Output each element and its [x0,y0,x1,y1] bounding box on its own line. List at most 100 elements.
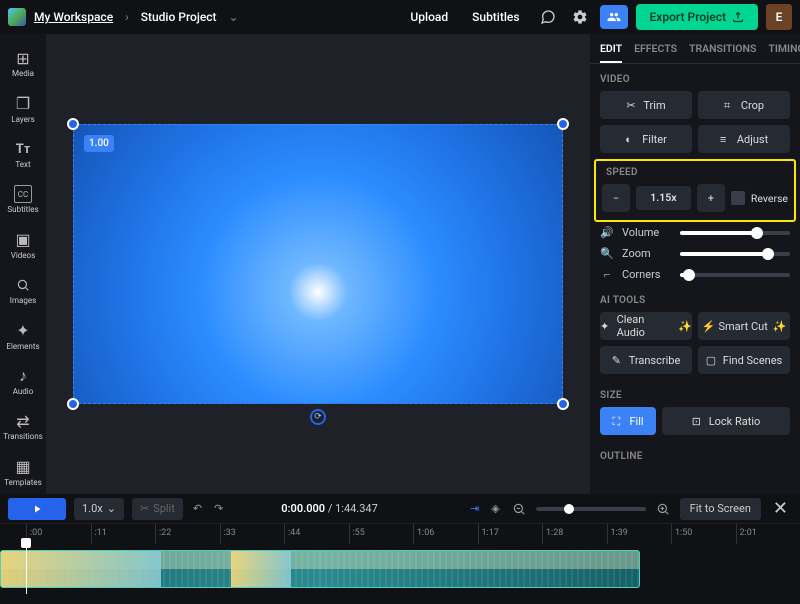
corners-icon: ⌐ [600,268,614,281]
crop-button[interactable]: ⌗Crop [698,91,790,119]
lock-ratio-button[interactable]: ⊡Lock Ratio [662,407,790,435]
aspect-ratio-badge: 1.00 [84,135,114,152]
timeline-ruler[interactable]: :00 :11 :22 :33 :44 :55 1:06 1:17 1:28 1… [0,524,800,544]
filter-button[interactable]: ◐Filter [600,125,692,153]
sidebar-item-subtitles[interactable]: CCSubtitles [0,178,46,221]
video-clip-selection[interactable]: 1.00 ⟳ [73,124,563,404]
ruler-tick: 1:28 [542,524,607,544]
transcribe-button[interactable]: ✎Transcribe [600,346,692,374]
close-timeline-button[interactable]: ✕ [769,498,792,519]
zoom-out-button[interactable] [510,502,528,516]
fit-to-screen-button[interactable]: Fit to Screen [680,498,761,520]
settings-icon[interactable] [568,5,592,29]
project-name[interactable]: Studio Project [141,10,217,24]
sidebar-item-templates[interactable]: ▦Templates [0,451,46,494]
timeline-toolbar: 1.0x⌄ ✂Split ↶ ↷ 0:00.000 / 1:44.347 ⇥ ◈… [0,494,800,524]
ruler-tick: :33 [220,524,285,544]
sidebar-item-layers[interactable]: ❐Layers [0,87,46,130]
filter-icon: ◐ [625,133,637,145]
video-clip[interactable] [0,550,640,588]
left-sidebar: ⊞Media ❐Layers TᴛText CCSubtitles ▣Video… [0,34,46,494]
smart-cut-button[interactable]: ⚡Smart Cut✨ [698,312,790,340]
sidebar-item-transitions[interactable]: ⇄Transitions [0,405,46,448]
sidebar-item-audio[interactable]: ♪Audio [0,360,46,403]
timeline-zoom-slider[interactable] [536,507,646,511]
clean-audio-button[interactable]: ✦Clean Audio✨ [600,312,692,340]
transitions-icon: ⇄ [14,412,32,430]
sidebar-item-elements[interactable]: ✦Elements [0,314,46,357]
fill-button[interactable]: ⛶Fill [600,407,656,435]
crop-icon: ⌗ [724,99,736,111]
adjust-button[interactable]: ≡Adjust [698,125,790,153]
trim-button[interactable]: ✂Trim [600,91,692,119]
resize-handle-tl[interactable] [67,118,79,130]
export-icon [732,11,744,23]
resize-handle-tr[interactable] [557,118,569,130]
upload-button[interactable]: Upload [402,10,456,24]
adjust-icon: ≡ [720,133,732,145]
volume-slider[interactable] [680,231,790,235]
panel-tabs: EDIT EFFECTS TRANSITIONS TIMING [590,34,800,64]
size-section-label: SIZE [590,380,800,407]
speed-section-label: SPEED [602,167,788,184]
breadcrumb-separator: › [125,10,129,24]
chevron-down-icon: ⌄ [107,502,116,515]
sidebar-item-media[interactable]: ⊞Media [0,42,46,85]
find-scenes-button[interactable]: ▢Find Scenes [698,346,790,374]
ruler-tick: :22 [155,524,220,544]
ruler-tick: :44 [284,524,349,544]
plus-icon: + [708,192,714,205]
undo-button[interactable]: ↶ [191,502,204,515]
sidebar-item-videos[interactable]: ▣Videos [0,224,46,267]
subtitles-button[interactable]: Subtitles [464,10,527,24]
volume-icon: 🔊 [600,226,614,239]
corners-slider[interactable] [680,273,790,277]
export-button[interactable]: Export Project [636,4,758,30]
tab-transitions[interactable]: TRANSITIONS [689,42,756,63]
sidebar-item-text[interactable]: TᴛText [0,133,46,176]
volume-label: Volume [622,226,672,239]
time-display: 0:00.000 / 1:44.347 [281,502,378,515]
bolt-icon: ⚡ [701,320,713,332]
speed-increase-button[interactable]: + [697,184,725,212]
tab-effects[interactable]: EFFECTS [634,42,677,63]
zoom-in-button[interactable] [654,502,672,516]
ruler-tick: :55 [349,524,414,544]
split-button[interactable]: ✂Split [132,498,183,520]
reverse-label: Reverse [751,192,788,205]
canvas-area: 1.00 ⟳ [46,34,590,494]
speed-value[interactable]: 1.15x [636,186,691,210]
ruler-tick: 1:39 [607,524,672,544]
share-button[interactable] [600,5,628,29]
reverse-checkbox[interactable] [731,191,745,205]
zoom-slider[interactable] [680,252,790,256]
snap-icon[interactable]: ⇥ [468,502,481,515]
resize-handle-br[interactable] [557,398,569,410]
project-dropdown-icon[interactable]: ⌄ [229,10,239,24]
timeline-tracks[interactable]: 1 [0,544,800,594]
volume-row: 🔊 Volume [590,222,800,243]
playback-speed-dropdown[interactable]: 1.0x⌄ [74,498,124,520]
redo-button[interactable]: ↷ [212,502,225,515]
magnet-icon[interactable]: ◈ [489,502,501,515]
app-logo-icon [8,8,26,26]
lock-icon: ⊡ [692,415,704,427]
play-button[interactable] [8,498,66,520]
tab-timing[interactable]: TIMING [768,42,800,63]
speed-decrease-button[interactable]: − [602,184,630,212]
text-icon: Tᴛ [14,140,32,158]
sparkle-icon: ✨ [678,320,692,333]
play-icon [31,503,43,515]
ruler-tick: 1:17 [478,524,543,544]
resize-handle-bl[interactable] [67,398,79,410]
sidebar-item-images[interactable]: Images [0,269,46,312]
user-avatar[interactable]: E [766,4,792,30]
tab-edit[interactable]: EDIT [600,42,622,63]
ruler-tick: 1:06 [413,524,478,544]
rotate-handle[interactable]: ⟳ [310,409,326,425]
ruler-tick: 1:50 [671,524,736,544]
workspace-link[interactable]: My Workspace [34,10,113,24]
comment-icon[interactable] [536,5,560,29]
app-header: My Workspace › Studio Project ⌄ Upload S… [0,0,800,34]
speed-highlight-box: SPEED − 1.15x + Reverse [594,159,796,222]
